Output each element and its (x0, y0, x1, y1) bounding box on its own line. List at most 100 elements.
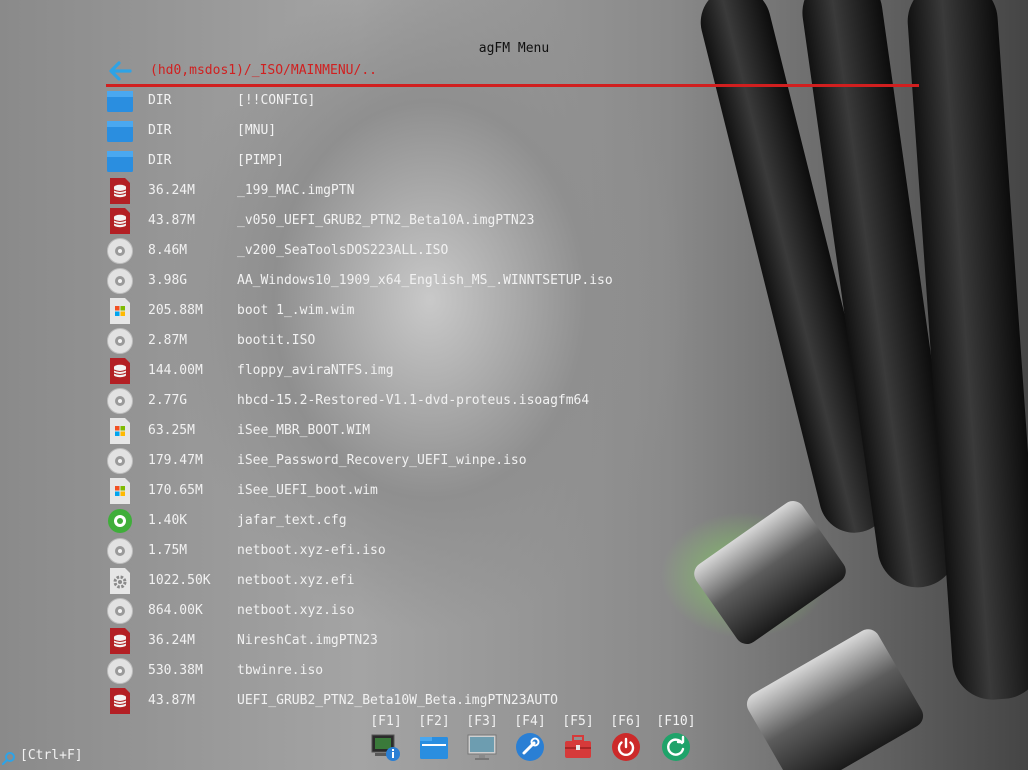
file-row[interactable]: 36.24M NireshCat.imgPTN23 (106, 626, 926, 656)
folder-icon (106, 148, 134, 174)
file-row[interactable]: 170.65M iSee_UEFI_boot.wim (106, 476, 926, 506)
efi-gear-icon (106, 568, 134, 594)
function-key-f3[interactable]: [F3] (462, 714, 502, 762)
cd-icon (106, 388, 134, 414)
file-size: 205.88M (148, 303, 203, 318)
file-size: 144.00M (148, 363, 203, 378)
wim-icon (106, 298, 134, 324)
function-key-label: [F6] (610, 714, 642, 729)
wim-icon (106, 478, 134, 504)
file-name: [PIMP] (237, 153, 284, 168)
cd-icon (106, 658, 134, 684)
current-path: (hd0,msdos1)/_ISO/MAINMENU/.. (150, 63, 377, 78)
file-size: DIR (148, 123, 172, 138)
file-list: DIR [!!CONFIG] DIR [MNU] DIR [PIMP] 36.24M _199… (106, 86, 926, 716)
file-row[interactable]: 1022.50K netboot.xyz.efi (106, 566, 926, 596)
cd-icon (106, 238, 134, 264)
function-key-f10[interactable]: [F10] (656, 714, 696, 762)
disk-image-icon (106, 628, 134, 654)
toolbox-icon (563, 732, 593, 762)
file-size: 864.00K (148, 603, 203, 618)
function-key-label: [F5] (562, 714, 594, 729)
file-name: _v050_UEFI_GRUB2_PTN2_Beta10A.imgPTN23 (237, 213, 535, 228)
file-size: 3.98G (148, 273, 188, 288)
disk-image-icon (106, 688, 134, 714)
function-key-label: [F4] (514, 714, 546, 729)
reboot-icon (661, 732, 691, 762)
file-row[interactable]: DIR [MNU] (106, 116, 926, 146)
file-row[interactable]: 179.47M iSee_Password_Recovery_UEFI_winpe… (106, 446, 926, 476)
file-row[interactable]: 3.98G AA_Windows10_1909_x64_English_MS_.W… (106, 266, 926, 296)
file-name: bootit.ISO (237, 333, 316, 348)
file-row[interactable]: 864.00K netboot.xyz.iso (106, 596, 926, 626)
file-size: 1022.50K (148, 573, 211, 588)
function-key-f1[interactable]: [F1] (366, 714, 406, 762)
file-row[interactable]: 530.38M tbwinre.iso (106, 656, 926, 686)
file-row[interactable]: DIR [!!CONFIG] (106, 86, 926, 116)
folder-icon (106, 118, 134, 144)
file-name: UEFI_GRUB2_PTN2_Beta10W_Beta.imgPTN23AUT… (237, 693, 558, 708)
file-row[interactable]: 63.25M iSee_MBR_BOOT.WIM (106, 416, 926, 446)
system-info-icon (371, 732, 401, 762)
function-key-label: [F10] (656, 714, 696, 729)
file-name: AA_Windows10_1909_x64_English_MS_.WINNTS… (237, 273, 613, 288)
file-row[interactable]: DIR [PIMP] (106, 146, 926, 176)
file-name: hbcd-15.2-Restored-V1.1-dvd-proteus.isoa… (237, 393, 590, 408)
file-size: 2.87M (148, 333, 188, 348)
menu-title: agFM Menu (478, 41, 550, 56)
file-name: tbwinre.iso (237, 663, 324, 678)
file-size: 63.25M (148, 423, 195, 438)
disk-image-icon (106, 358, 134, 384)
file-row[interactable]: 43.87M _v050_UEFI_GRUB2_PTN2_Beta10A.imgP… (106, 206, 926, 236)
file-size: 43.87M (148, 693, 195, 708)
file-name: iSee_Password_Recovery_UEFI_winpe.iso (237, 453, 527, 468)
disk-image-icon (106, 208, 134, 234)
file-row[interactable]: 1.40K jafar_text.cfg (106, 506, 926, 536)
file-size: 36.24M (148, 633, 195, 648)
file-size: DIR (148, 93, 172, 108)
file-name: [MNU] (237, 123, 277, 138)
function-key-f2[interactable]: [F2] (414, 714, 454, 762)
file-row[interactable]: 2.77G hbcd-15.2-Restored-V1.1-dvd-proteus… (106, 386, 926, 416)
file-row[interactable]: 205.88M boot 1_.wim.wim (106, 296, 926, 326)
cd-icon (106, 328, 134, 354)
function-key-label: [F2] (418, 714, 450, 729)
file-size: 170.65M (148, 483, 203, 498)
file-size: 1.40K (148, 513, 188, 528)
file-row[interactable]: 2.87M bootit.ISO (106, 326, 926, 356)
function-key-f4[interactable]: [F4] (510, 714, 550, 762)
folder-icon (106, 88, 134, 114)
file-name: iSee_UEFI_boot.wim (237, 483, 378, 498)
function-key-label: [F1] (370, 714, 402, 729)
file-size: 2.77G (148, 393, 188, 408)
function-key-label: [F3] (466, 714, 498, 729)
wim-icon (106, 418, 134, 444)
file-size: 36.24M (148, 183, 195, 198)
function-key-f6[interactable]: [F6] (606, 714, 646, 762)
file-name: boot 1_.wim.wim (237, 303, 355, 318)
file-name: _v200_SeaToolsDOS223ALL.ISO (237, 243, 449, 258)
power-icon (611, 732, 641, 762)
settings-icon (515, 732, 545, 762)
file-size: DIR (148, 153, 172, 168)
file-name: jafar_text.cfg (237, 513, 347, 528)
file-name: netboot.xyz.iso (237, 603, 355, 618)
file-row[interactable]: 36.24M _199_MAC.imgPTN (106, 176, 926, 206)
cd-icon (106, 598, 134, 624)
file-row[interactable]: 43.87M UEFI_GRUB2_PTN2_Beta10W_Beta.imgPT… (106, 686, 926, 716)
back-arrow-icon[interactable] (106, 58, 134, 84)
file-row[interactable]: 144.00M floppy_aviraNTFS.img (106, 356, 926, 386)
file-row[interactable]: 8.46M _v200_SeaToolsDOS223ALL.ISO (106, 236, 926, 266)
function-key-f5[interactable]: [F5] (558, 714, 598, 762)
display-icon (467, 732, 497, 762)
file-row[interactable]: 1.75M netboot.xyz-efi.iso (106, 536, 926, 566)
file-name: iSee_MBR_BOOT.WIM (237, 423, 371, 438)
search-icon (1, 750, 16, 766)
path-bar: (hd0,msdos1)/_ISO/MAINMENU/.. (106, 58, 919, 88)
file-size: 179.47M (148, 453, 203, 468)
file-name: _199_MAC.imgPTN (237, 183, 355, 198)
file-size: 530.38M (148, 663, 203, 678)
file-name: netboot.xyz-efi.iso (237, 543, 386, 558)
file-name: NireshCat.imgPTN23 (237, 633, 378, 648)
cd-icon (106, 268, 134, 294)
